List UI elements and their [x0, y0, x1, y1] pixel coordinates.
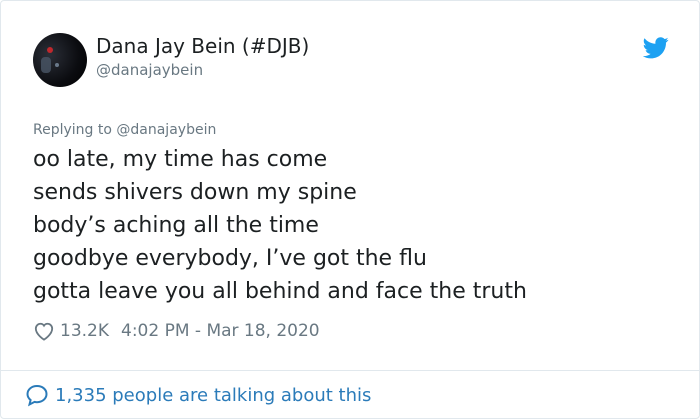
divider — [1, 370, 699, 371]
heart-icon[interactable] — [33, 321, 55, 341]
talking-about-label[interactable]: 1,335 people are talking about this — [55, 385, 371, 406]
tweet-line: goodbye everybody, I’ve got the flu — [33, 246, 427, 271]
author-name[interactable]: Dana Jay Bein (#DJB) — [96, 34, 309, 58]
replying-to-handle[interactable]: @danajaybein — [116, 122, 216, 138]
tweet-header: Dana Jay Bein (#DJB) @danajaybein — [33, 31, 669, 91]
tweet-text: oo late, my time has come sends shivers … — [33, 143, 527, 308]
tweet-card: Dana Jay Bein (#DJB) @danajaybein Replyi… — [0, 0, 700, 419]
avatar[interactable] — [33, 33, 87, 87]
author-handle[interactable]: @danajaybein — [96, 61, 203, 79]
talking-about-link[interactable]: 1,335 people are talking about this — [25, 382, 371, 408]
replying-to: Replying to @danajaybein — [33, 122, 216, 138]
like-count[interactable]: 13.2K — [60, 321, 109, 341]
tweet-line: oo late, my time has come — [33, 147, 328, 172]
speech-bubble-icon — [26, 384, 48, 407]
twitter-bird-icon[interactable] — [643, 37, 669, 59]
tweet-line: body’s aching all the time — [33, 213, 319, 238]
replying-to-prefix: Replying to — [33, 122, 117, 138]
tweet-meta: 13.2K 4:02 PM - Mar 18, 2020 — [33, 319, 320, 343]
tweet-line: sends shivers down my spine — [33, 180, 357, 205]
tweet-timestamp[interactable]: 4:02 PM - Mar 18, 2020 — [121, 321, 320, 341]
tweet-line: gotta leave you all behind and face the … — [33, 279, 527, 304]
